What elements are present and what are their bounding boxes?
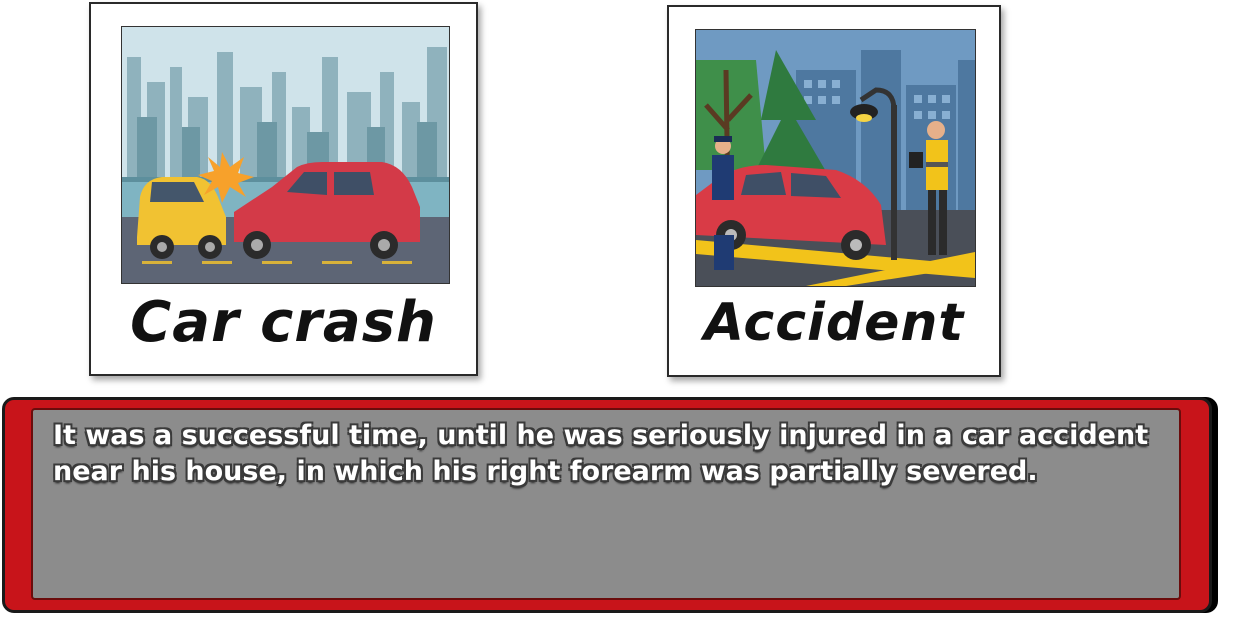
car-crash-image <box>121 26 450 284</box>
dialog-panel: It was a successful time, until he was s… <box>31 408 1181 600</box>
caption-car-crash: Car crash <box>130 290 437 355</box>
card-car-crash: Car crash <box>89 2 478 376</box>
dialog-box: It was a successful time, until he was s… <box>2 397 1212 613</box>
accident-image <box>695 29 976 287</box>
caption-accident: Accident <box>703 293 965 353</box>
card-accident: Accident <box>667 5 1001 377</box>
dialog-text: It was a successful time, until he was s… <box>53 420 1149 487</box>
